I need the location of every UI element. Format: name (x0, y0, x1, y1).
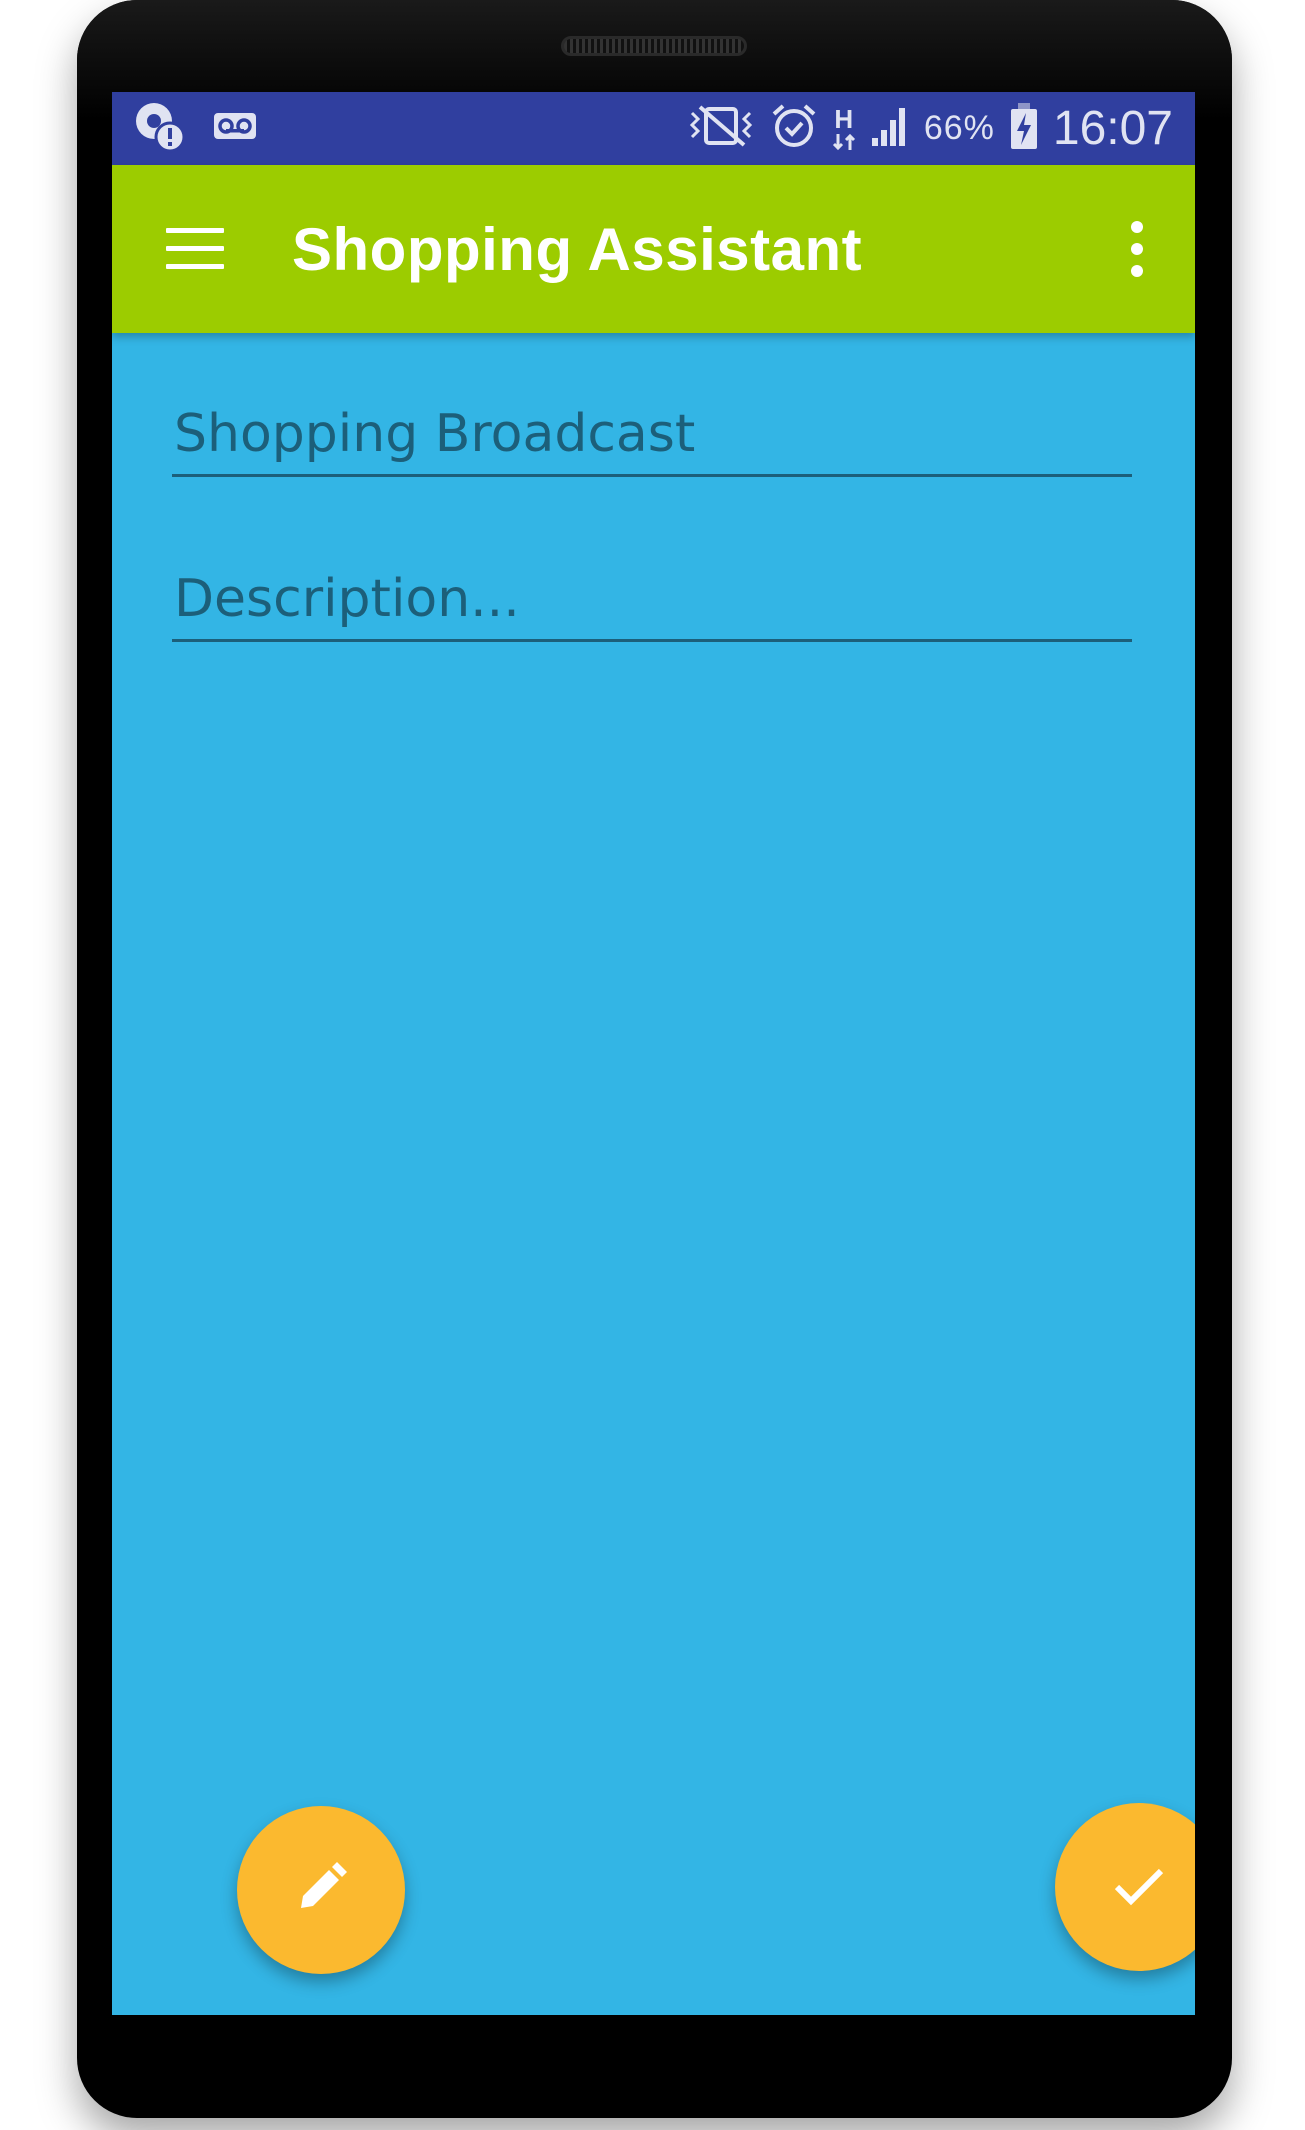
pencil-icon (291, 1858, 351, 1923)
app-screen: H 66% 16:07 Shopping Assistant Shopping … (112, 92, 1195, 2015)
signal-icon (870, 104, 910, 153)
title-field (172, 404, 1132, 477)
menu-icon[interactable] (166, 228, 224, 270)
vibrate-icon (686, 103, 756, 154)
title-input[interactable] (172, 404, 1132, 474)
edit-fab[interactable] (237, 1806, 405, 1974)
clock: 16:07 (1052, 102, 1173, 155)
earpiece-speaker (561, 36, 747, 56)
status-left-icons (132, 99, 284, 158)
network-type-label: H (834, 103, 854, 134)
more-vert-icon[interactable] (1129, 221, 1143, 277)
phone-frame: H 66% 16:07 Shopping Assistant Shopping … (77, 0, 1232, 2118)
check-icon (1109, 1855, 1169, 1920)
status-bar: H 66% 16:07 (112, 92, 1195, 165)
location-alert-icon (132, 99, 186, 158)
save-fab[interactable] (1055, 1803, 1195, 1971)
voicemail-icon (212, 109, 258, 148)
network-type-icon: H (832, 106, 856, 152)
description-field (172, 569, 1132, 642)
battery-percent: 66% (923, 109, 995, 147)
status-right-icons: H 66% 16:07 (672, 101, 1173, 156)
alarm-icon (770, 102, 818, 155)
battery-charging-icon (1009, 101, 1039, 156)
description-input[interactable] (172, 569, 1132, 639)
app-toolbar: Shopping Assistant (112, 165, 1195, 333)
app-title: Shopping Assistant (292, 215, 863, 283)
